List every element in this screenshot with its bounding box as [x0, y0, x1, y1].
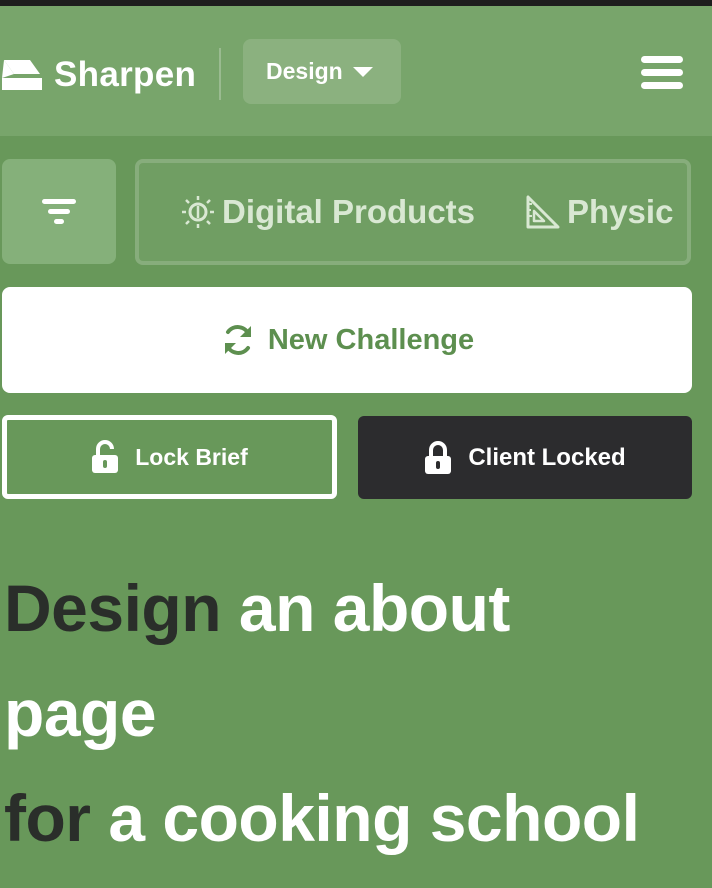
header: Sharpen Design: [0, 6, 712, 136]
lock-icon: [425, 440, 452, 474]
filter-button[interactable]: [2, 159, 116, 264]
client-locked-button[interactable]: Client Locked: [358, 416, 692, 499]
logo[interactable]: Sharpen: [0, 52, 196, 98]
set-square-icon: [526, 195, 560, 229]
tab-physical-label: Physic: [567, 193, 674, 230]
category-tabs[interactable]: Digital Products Physic: [135, 159, 691, 265]
chevron-down-icon: [352, 66, 373, 77]
new-challenge-label: New Challenge: [267, 323, 475, 356]
headline-line-1-rest: an about: [238, 571, 511, 645]
client-locked-label: Client Locked: [468, 443, 626, 471]
category-dropdown[interactable]: Design: [243, 39, 401, 104]
hamburger-menu-icon[interactable]: [641, 56, 683, 92]
tab-digital-products[interactable]: Digital Products: [180, 193, 475, 231]
filter-icon: [42, 198, 76, 224]
new-challenge-button[interactable]: New Challenge: [2, 287, 692, 393]
sharpen-logo-icon: [2, 60, 42, 90]
tab-digital-products-label: Digital Products: [222, 193, 476, 230]
lock-brief-button[interactable]: Lock Brief: [2, 415, 337, 499]
headline-line-3-rest: a cooking school: [108, 781, 640, 855]
headline-line-1: Design an about: [4, 556, 704, 661]
lightbulb-icon: [182, 196, 214, 228]
challenge-headline: Design an about page for a cooking schoo…: [4, 556, 704, 871]
tab-physical[interactable]: Physic: [525, 193, 673, 231]
lock-brief-label: Lock Brief: [135, 443, 248, 470]
logo-text: Sharpen: [54, 55, 197, 94]
headline-line-3: for a cooking school: [4, 766, 704, 871]
category-dropdown-label: Design: [266, 58, 343, 84]
headline-prep: for: [4, 781, 91, 855]
headline-verb: Design: [4, 571, 222, 645]
unlock-icon: [92, 440, 119, 473]
header-divider: [219, 48, 221, 100]
refresh-icon: [224, 325, 251, 355]
headline-line-2: page: [4, 676, 157, 750]
